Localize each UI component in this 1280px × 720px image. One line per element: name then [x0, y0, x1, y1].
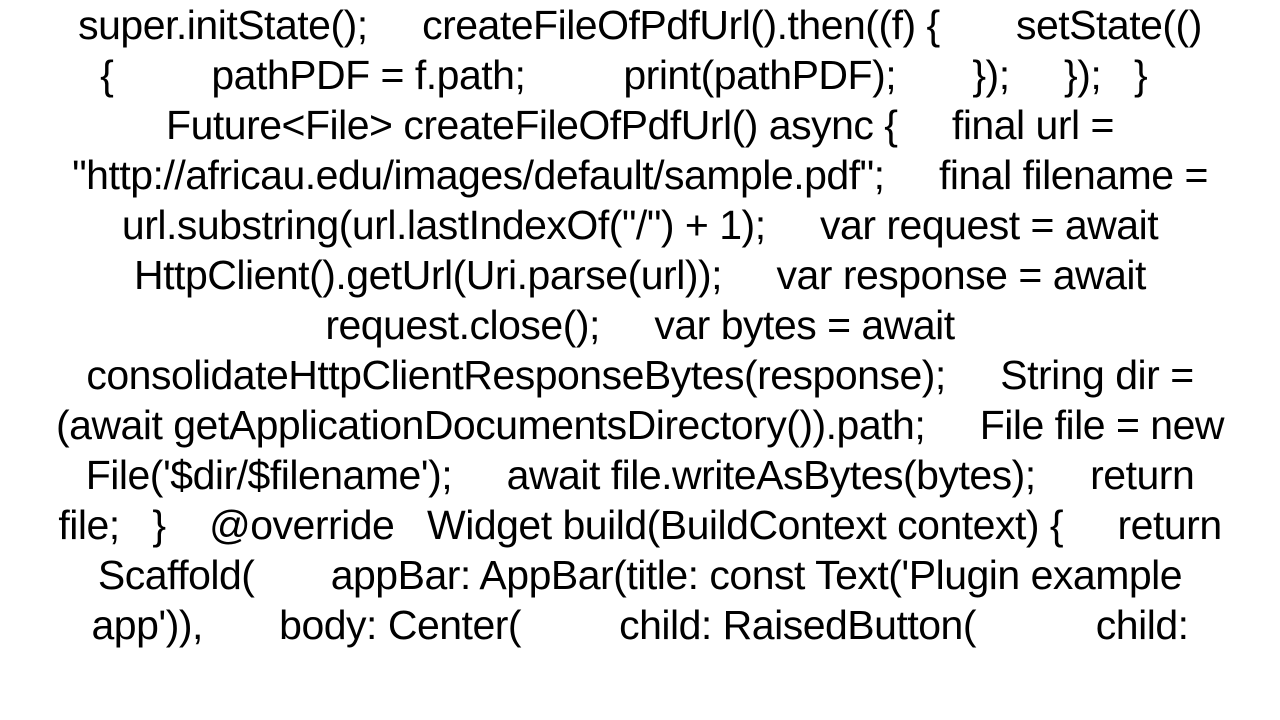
code-text-block: super.initState(); createFileOfPdfUrl().…	[0, 0, 1280, 720]
